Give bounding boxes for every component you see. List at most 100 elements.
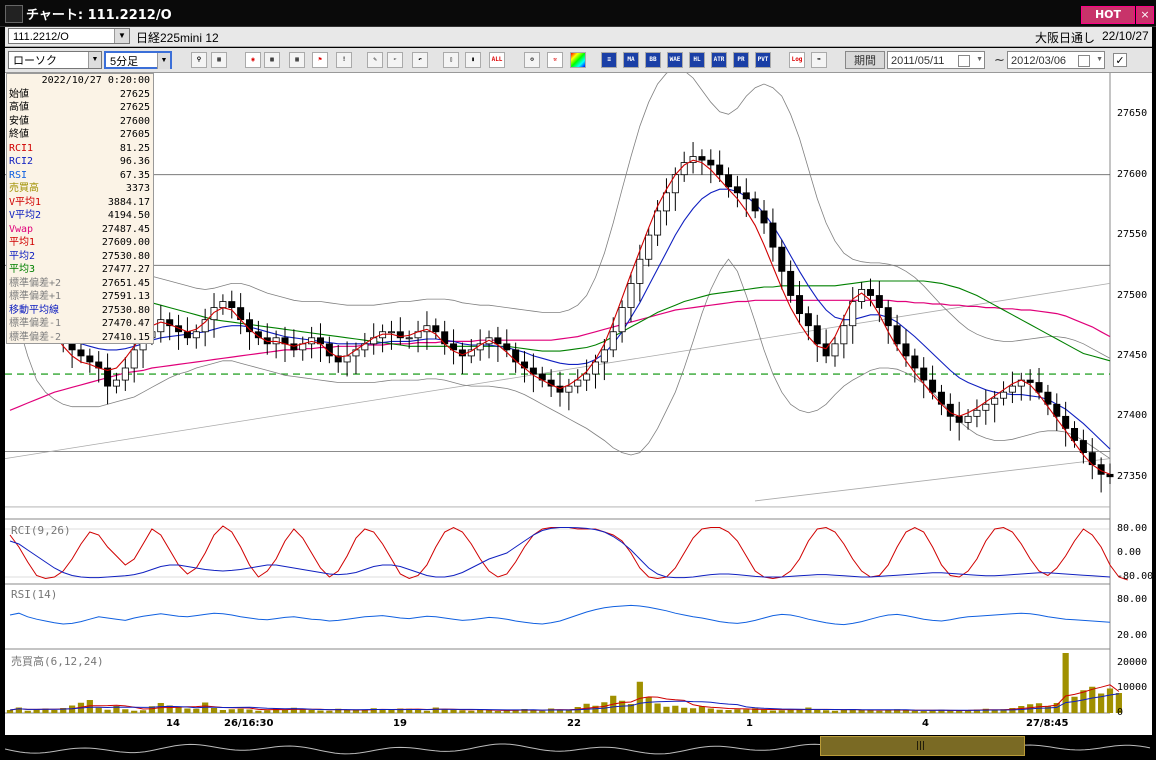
- period-button[interactable]: 期間: [845, 51, 885, 69]
- market-label: 大阪日通し: [1035, 31, 1096, 45]
- log-button[interactable]: Log: [789, 52, 805, 68]
- chart-area[interactable]: 2022/10/27 0:20:00 始値 27625 高値 27625 安値 27600…: [5, 73, 1153, 760]
- palette-icon[interactable]: [570, 52, 586, 68]
- candle: [1044, 391, 1052, 405]
- close-button[interactable]: ×: [1136, 6, 1154, 24]
- wrench-icon[interactable]: ⚒: [547, 52, 563, 68]
- time-scrollbar[interactable]: |||: [5, 735, 1152, 760]
- chevron-down-icon[interactable]: ▼: [114, 29, 129, 43]
- sub-axis-label: 80.00: [1117, 594, 1148, 605]
- gear-icon[interactable]: ⚙: [524, 52, 540, 68]
- volume-bar: [876, 710, 883, 713]
- indicator-button-1[interactable]: ≡: [601, 52, 617, 68]
- chevron-down-icon[interactable]: ▼: [1096, 52, 1103, 68]
- candle: [813, 325, 821, 345]
- volume-bar: [255, 710, 262, 713]
- undo-icon[interactable]: ↶: [412, 52, 428, 68]
- candle: [796, 295, 804, 315]
- info-value: 27410.15: [101, 331, 150, 343]
- all-icon[interactable]: ALL: [489, 52, 505, 68]
- info-row: 平均1 27609.00: [7, 236, 153, 250]
- info-label: 標準偏差-1: [9, 318, 62, 329]
- candle: [1079, 440, 1087, 453]
- volume-bar: [432, 707, 439, 713]
- bar-chart-icon[interactable]: ▩: [264, 52, 280, 68]
- volume-bar: [193, 708, 200, 713]
- calendar-icon[interactable]: [958, 55, 970, 67]
- volume-bar: [663, 706, 670, 713]
- candle: [565, 385, 573, 393]
- cursor-icon[interactable]: ➢: [387, 52, 403, 68]
- calendar-icon[interactable]: [1078, 55, 1090, 67]
- info-label: 始値: [9, 88, 29, 100]
- hot-button[interactable]: HOT: [1081, 6, 1135, 24]
- rci1-line: [9, 525, 1128, 581]
- info-row: V平均2 4194.50: [7, 209, 153, 223]
- wae-button[interactable]: WAE: [667, 52, 683, 68]
- symbol-code-input[interactable]: 111.2212/O ▼: [8, 28, 130, 44]
- sub-axis-label: 0: [1117, 707, 1124, 718]
- hl-button[interactable]: HL: [689, 52, 705, 68]
- volume-bar: [530, 710, 537, 713]
- info-value: 27530.80: [101, 250, 150, 262]
- date-to-input[interactable]: 2012/03/06 ▼: [1007, 51, 1105, 69]
- date-from-input[interactable]: 2011/05/11 ▼: [887, 51, 985, 69]
- candle: [228, 301, 236, 308]
- candle-icon[interactable]: ▯: [443, 52, 459, 68]
- pen-icon[interactable]: ✎: [367, 52, 383, 68]
- atr-button[interactable]: ATR: [711, 52, 727, 68]
- ma-button[interactable]: MA: [623, 52, 639, 68]
- sub-axis-label: 10000: [1117, 682, 1148, 693]
- sub-axis-label: 80.00: [1117, 523, 1148, 534]
- volume-bar: [778, 710, 785, 713]
- candle: [387, 331, 395, 334]
- chevron-down-icon[interactable]: ▼: [157, 53, 170, 69]
- bb-button[interactable]: BB: [645, 52, 661, 68]
- zoom-icon[interactable]: ⚲: [191, 52, 207, 68]
- info-label: 売買高: [9, 183, 39, 194]
- info-value: 96.36: [119, 156, 150, 167]
- candle: [902, 343, 910, 357]
- volume-bar: [485, 710, 493, 713]
- pvt-button[interactable]: PVT: [755, 52, 771, 68]
- split-panel-icon[interactable]: ▦: [211, 52, 227, 68]
- candle: [1035, 382, 1043, 393]
- candle: [840, 325, 848, 345]
- info-value: 27609.00: [101, 237, 150, 248]
- volume-bar: [920, 711, 927, 713]
- candle: [1000, 391, 1008, 399]
- pr-button[interactable]: PR: [733, 52, 749, 68]
- sub-axis-label: 20.00: [1117, 630, 1148, 641]
- flag-icon[interactable]: ⚑: [312, 52, 328, 68]
- bracket-icon[interactable]: ▮: [465, 52, 481, 68]
- info-value: 27625: [119, 102, 150, 113]
- window-titlebar: チャート: 111.2212/O HOT ×: [0, 0, 1156, 27]
- interval-select[interactable]: 5分足 ▼: [104, 51, 172, 69]
- volume-bar: [459, 710, 466, 713]
- info-label: RCI2: [9, 156, 34, 167]
- chart-type-select[interactable]: ローソク ▼: [8, 51, 102, 69]
- chart-canvas[interactable]: [5, 73, 1152, 735]
- candle: [1071, 428, 1079, 441]
- info-row: 標準偏差+1 27591.13: [7, 290, 153, 304]
- scroll-thumb[interactable]: |||: [820, 736, 1025, 756]
- symbol-bar: 111.2212/O ▼ 日経225mini 12 大阪日通し 22/10/27: [5, 27, 1152, 47]
- volume-bar: [734, 709, 741, 713]
- candle: [583, 373, 591, 381]
- info-value: 27470.47: [101, 318, 150, 329]
- info-label: 平均3: [9, 264, 36, 275]
- export-icon[interactable]: ➥: [811, 52, 827, 68]
- volume-bar: [707, 708, 714, 713]
- candle: [964, 415, 972, 423]
- grid-chart-icon[interactable]: ▦: [289, 52, 305, 68]
- target-icon[interactable]: ◉: [245, 52, 261, 68]
- chevron-down-icon[interactable]: ▼: [88, 52, 101, 68]
- volume-bar: [1089, 686, 1096, 713]
- volume-bar: [24, 710, 31, 713]
- period-checkbox[interactable]: ✓: [1113, 53, 1127, 67]
- volume-bar: [831, 710, 839, 713]
- info-label: 平均2: [9, 250, 36, 262]
- chevron-down-icon[interactable]: ▼: [976, 52, 983, 68]
- caution-icon[interactable]: !: [336, 52, 352, 68]
- candle: [343, 355, 351, 363]
